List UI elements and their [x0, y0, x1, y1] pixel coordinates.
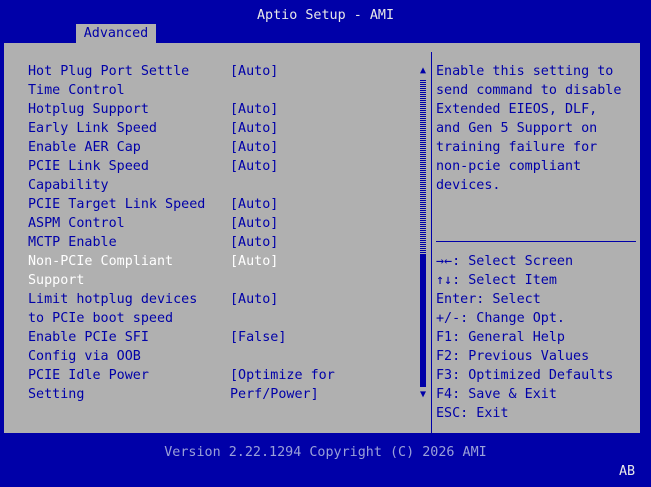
setting-label: PCIE Target Link Speed: [28, 197, 206, 212]
setting-item[interactable]: PCIE Target Link Speed [Auto]: [28, 195, 418, 214]
setting-value[interactable]: [Auto]: [230, 119, 278, 138]
setting-item[interactable]: MCTP Enable [Auto]: [28, 233, 418, 252]
help-line: send command to disable: [436, 83, 622, 98]
setting-item[interactable]: PCIE Link Speed [Auto]: [28, 157, 418, 176]
help-line: non-pcie compliant: [436, 159, 582, 174]
key-hint: F3: Optimized Defaults: [436, 368, 614, 383]
key-hint: ESC: Exit: [436, 406, 509, 421]
setting-value[interactable]: [False]: [230, 328, 286, 347]
setting-item[interactable]: Enable AER Cap [Auto]: [28, 138, 418, 157]
tab-advanced[interactable]: Advanced: [76, 24, 156, 43]
setting-label: Capability: [28, 178, 109, 193]
setting-item[interactable]: Early Link Speed [Auto]: [28, 119, 418, 138]
key-hint: F1: General Help: [436, 330, 565, 345]
setting-label: MCTP Enable: [28, 235, 117, 250]
setting-label: PCIE Link Speed: [28, 159, 149, 174]
help-line: Enable this setting to: [436, 64, 614, 79]
corner-label: AB: [619, 464, 636, 479]
setting-value[interactable]: [Auto]: [230, 252, 278, 271]
setting-value[interactable]: [Auto]: [230, 138, 278, 157]
setting-item[interactable]: Hotplug Support [Auto]: [28, 100, 418, 119]
setting-item-continuation[interactable]: to PCIe boot speed: [28, 309, 418, 328]
scroll-down-icon[interactable]: ▼: [418, 390, 428, 400]
bios-screen: Aptio Setup - AMI Advanced Hot Plug Port…: [0, 0, 651, 487]
setting-item[interactable]: Hot Plug Port Settle [Auto]: [28, 62, 418, 81]
panel-divider: [431, 52, 432, 433]
setting-item-continuation[interactable]: Capability: [28, 176, 418, 195]
version-footer: Version 2.22.1294 Copyright (C) 2026 AMI: [164, 445, 487, 460]
scroll-up-icon[interactable]: ▲: [418, 66, 428, 76]
setting-label: Enable PCIe SFI: [28, 330, 149, 345]
setting-item[interactable]: Non-PCIe Compliant [Auto]: [28, 252, 418, 271]
setting-label: Time Control: [28, 83, 125, 98]
help-line: and Gen 5 Support on: [436, 121, 598, 136]
setting-label: Support: [28, 273, 85, 288]
setting-label: Hotplug Support: [28, 102, 149, 117]
key-hint: +/-: Change Opt.: [436, 311, 565, 326]
setting-value[interactable]: [Auto]: [230, 290, 278, 309]
key-hint: F4: Save & Exit: [436, 387, 557, 402]
setting-item[interactable]: Enable PCIe SFI [False]: [28, 328, 418, 347]
setting-value[interactable]: [Optimize for: [230, 366, 335, 385]
settings-list: Hot Plug Port Settle [Auto] Time Control Ho…: [28, 62, 418, 404]
window-title: Aptio Setup - AMI: [256, 8, 395, 23]
help-line: Extended EIEOS, DLF,: [436, 102, 598, 117]
setting-label: Limit hotplug devices: [28, 292, 198, 307]
setting-label: Setting: [28, 387, 85, 402]
setting-label: Config via OOB: [28, 349, 141, 364]
help-separator: [436, 241, 636, 242]
setting-label: Non-PCIe Compliant: [28, 254, 174, 269]
setting-value[interactable]: Perf/Power]: [230, 385, 319, 404]
key-hint: Enter: Select: [436, 292, 541, 307]
setting-label: Hot Plug Port Settle: [28, 64, 190, 79]
scrollbar-thumb[interactable]: [420, 254, 426, 387]
setting-item-continuation[interactable]: Setting Perf/Power]: [28, 385, 418, 404]
setting-value[interactable]: [Auto]: [230, 195, 278, 214]
setting-item-continuation[interactable]: Support: [28, 271, 418, 290]
setting-value[interactable]: [Auto]: [230, 62, 278, 81]
setting-item-continuation[interactable]: Time Control: [28, 81, 418, 100]
setting-item[interactable]: ASPM Control [Auto]: [28, 214, 418, 233]
setting-label: PCIE Idle Power: [28, 368, 149, 383]
setting-item[interactable]: Limit hotplug devices [Auto]: [28, 290, 418, 309]
help-line: training failure for: [436, 140, 598, 155]
key-hint: F2: Previous Values: [436, 349, 590, 364]
setting-value[interactable]: [Auto]: [230, 100, 278, 119]
setting-item[interactable]: PCIE Idle Power [Optimize for: [28, 366, 418, 385]
key-hint: →←: Select Screen: [436, 254, 574, 269]
setting-label: ASPM Control: [28, 216, 125, 231]
setting-value[interactable]: [Auto]: [230, 157, 278, 176]
help-text: Enable this setting to send command to di…: [436, 62, 636, 195]
help-line: devices.: [436, 178, 501, 193]
setting-label: to PCIe boot speed: [28, 311, 174, 326]
setting-label: Early Link Speed: [28, 121, 157, 136]
key-legend: →←: Select Screen ↑↓: Select Item Enter: S…: [436, 252, 636, 423]
setting-label: Enable AER Cap: [28, 140, 141, 155]
key-hint: ↑↓: Select Item: [436, 273, 557, 288]
setting-value[interactable]: [Auto]: [230, 214, 278, 233]
setting-value[interactable]: [Auto]: [230, 233, 278, 252]
setting-item-continuation[interactable]: Config via OOB: [28, 347, 418, 366]
